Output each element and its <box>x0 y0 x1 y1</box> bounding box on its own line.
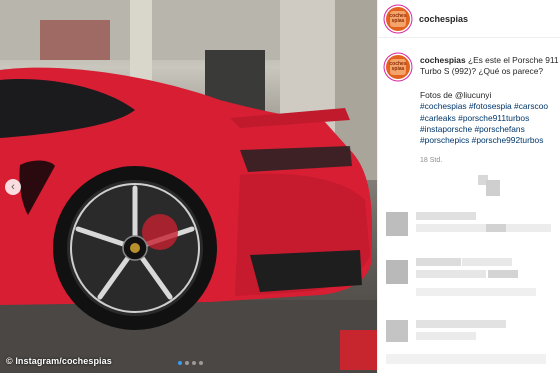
hashtag-line[interactable]: #cochespias #fotosespia #carscoo <box>420 101 560 112</box>
carousel-previous-button[interactable]: ‹ <box>5 179 21 195</box>
caption-text-line1: ¿Es este el Porsche 911 <box>467 55 559 65</box>
post-photo[interactable]: ‹ © Instagram/cochespias <box>0 0 377 373</box>
post-header: coches spias cochespias <box>378 0 560 38</box>
carousel-dot <box>185 361 189 365</box>
avatar[interactable]: coches spias <box>386 6 410 31</box>
caption-credit: Fotos de @liucunyi <box>420 89 492 100</box>
carousel-dots <box>178 361 203 365</box>
avatar-logo: coches spias <box>389 10 407 27</box>
post-side-panel: coches spias cochespias coches spias coc… <box>377 0 560 373</box>
hashtag-line[interactable]: #carleaks #porsche911turbos <box>420 113 560 124</box>
hashtag-line[interactable]: #porschepics #porsche992turbos <box>420 135 560 146</box>
avatar-logo: coches spias <box>389 59 407 75</box>
caption-text-line2: Turbo S (992)? ¿Qué os parece? <box>420 66 544 77</box>
hashtag-line[interactable]: #instaporsche #porschefans <box>420 124 560 135</box>
photo-watermark: © Instagram/cochespias <box>6 356 112 366</box>
caption-username[interactable]: cochespias <box>420 55 466 65</box>
carousel-dot <box>192 361 196 365</box>
post-timestamp: 18 Std. <box>420 156 443 164</box>
blurred-comments <box>378 170 560 373</box>
carousel-dot <box>178 361 182 365</box>
chevron-left-icon: ‹ <box>11 180 15 193</box>
car-photo-illustration <box>0 0 377 373</box>
header-username[interactable]: cochespias <box>419 14 468 24</box>
post-caption: coches spias cochespias ¿Es este el Pors… <box>386 55 560 166</box>
caption-avatar[interactable]: coches spias <box>386 55 410 79</box>
carousel-dot <box>199 361 203 365</box>
